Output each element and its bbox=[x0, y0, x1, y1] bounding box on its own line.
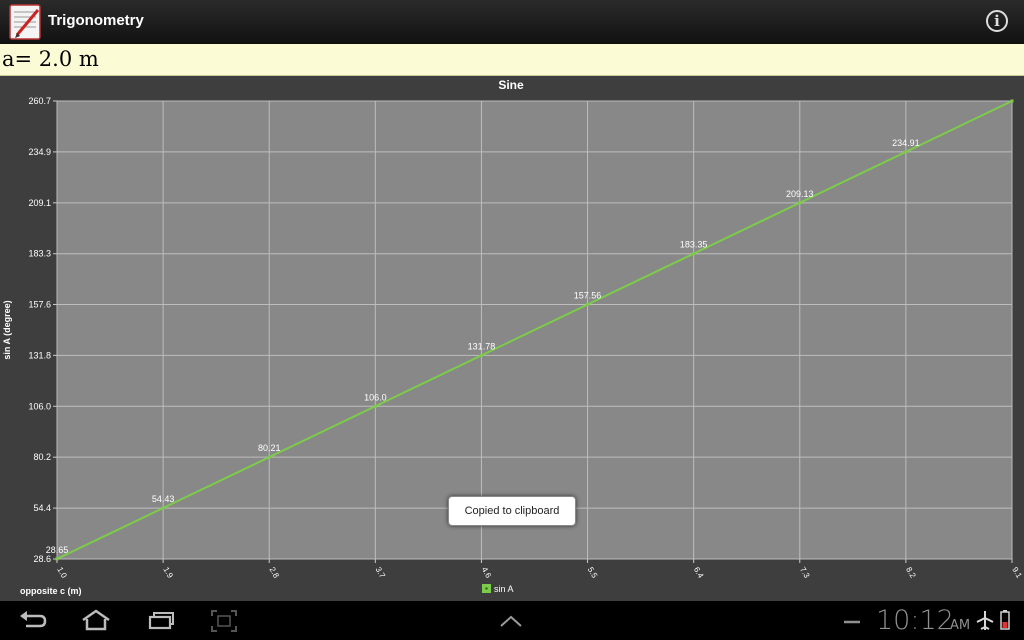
data-point bbox=[692, 252, 696, 256]
data-label: 209.13 bbox=[786, 189, 814, 199]
x-tick-label: 9.1 bbox=[1010, 566, 1024, 581]
data-point bbox=[479, 353, 483, 357]
data-label: 157.56 bbox=[574, 291, 602, 301]
data-label: 131.78 bbox=[468, 341, 496, 351]
chart-title: Sine bbox=[498, 78, 524, 92]
x-tick-label: 4.6 bbox=[480, 566, 494, 581]
data-label: 28.65 bbox=[46, 545, 69, 555]
y-tick-label: 28.6 bbox=[33, 554, 51, 564]
legend-label: sin A bbox=[494, 584, 514, 594]
y-tick-label: 131.8 bbox=[28, 350, 51, 360]
screenshot-icon[interactable] bbox=[210, 608, 238, 634]
data-label: 80.21 bbox=[258, 443, 281, 453]
data-point bbox=[798, 201, 802, 205]
formula-bar: a= 2.0 m bbox=[0, 44, 1024, 76]
battery-icon bbox=[1000, 610, 1010, 630]
data-point bbox=[55, 557, 59, 561]
x-tick-label: 3.7 bbox=[374, 566, 388, 581]
app-title: Trigonometry bbox=[48, 12, 144, 29]
y-tick-label: 80.2 bbox=[33, 452, 51, 462]
signal-dash-icon bbox=[844, 620, 860, 624]
data-label: 106.0 bbox=[364, 392, 387, 402]
data-label: 54.43 bbox=[152, 494, 175, 504]
x-tick-label: 7.3 bbox=[798, 566, 812, 581]
data-point bbox=[904, 150, 908, 154]
data-point bbox=[373, 404, 377, 408]
x-axis-label: opposite c (m) bbox=[20, 586, 82, 596]
data-label: 183.35 bbox=[680, 240, 708, 250]
y-tick-label: 106.0 bbox=[28, 401, 51, 411]
x-tick-label: 1.9 bbox=[161, 566, 175, 581]
formula-text: a= 2.0 m bbox=[2, 47, 99, 71]
legend: sin A bbox=[482, 584, 514, 594]
legend-swatch-dot bbox=[485, 587, 488, 590]
y-axis-label: sin A (degree) bbox=[2, 300, 12, 359]
chevron-up-icon[interactable] bbox=[498, 608, 524, 634]
toast-message: Copied to clipboard bbox=[448, 496, 576, 526]
x-tick-label: 8.2 bbox=[904, 566, 918, 581]
x-tick-label: 2.8 bbox=[267, 566, 281, 581]
clock-time: 10:12 bbox=[876, 605, 954, 636]
clock-ampm: AM bbox=[950, 618, 971, 633]
y-tick-label: 234.9 bbox=[28, 147, 51, 157]
y-tick-label: 157.6 bbox=[28, 299, 51, 309]
y-tick-label: 183.3 bbox=[28, 249, 51, 259]
y-tick-label: 54.4 bbox=[33, 503, 51, 513]
system-nav-bar: 10:12 AM bbox=[0, 601, 1024, 640]
airplane-mode-icon bbox=[976, 611, 994, 630]
data-point bbox=[1010, 99, 1014, 103]
info-icon[interactable]: i bbox=[986, 10, 1008, 32]
app-logo-icon[interactable] bbox=[8, 4, 44, 40]
x-tick-label: 1.0 bbox=[55, 566, 69, 581]
data-point bbox=[161, 506, 165, 510]
recent-apps-icon[interactable] bbox=[146, 608, 176, 634]
x-tick-label: 5.5 bbox=[586, 566, 600, 581]
data-point bbox=[586, 303, 590, 307]
home-icon[interactable] bbox=[80, 608, 112, 634]
data-label: 234.91 bbox=[892, 138, 920, 148]
y-tick-label: 209.1 bbox=[28, 198, 51, 208]
y-tick-label: 260.7 bbox=[28, 96, 51, 106]
back-icon[interactable] bbox=[18, 608, 48, 634]
action-bar: Trigonometry i bbox=[0, 0, 1024, 44]
data-point bbox=[267, 455, 271, 459]
x-tick-label: 6.4 bbox=[692, 566, 706, 581]
